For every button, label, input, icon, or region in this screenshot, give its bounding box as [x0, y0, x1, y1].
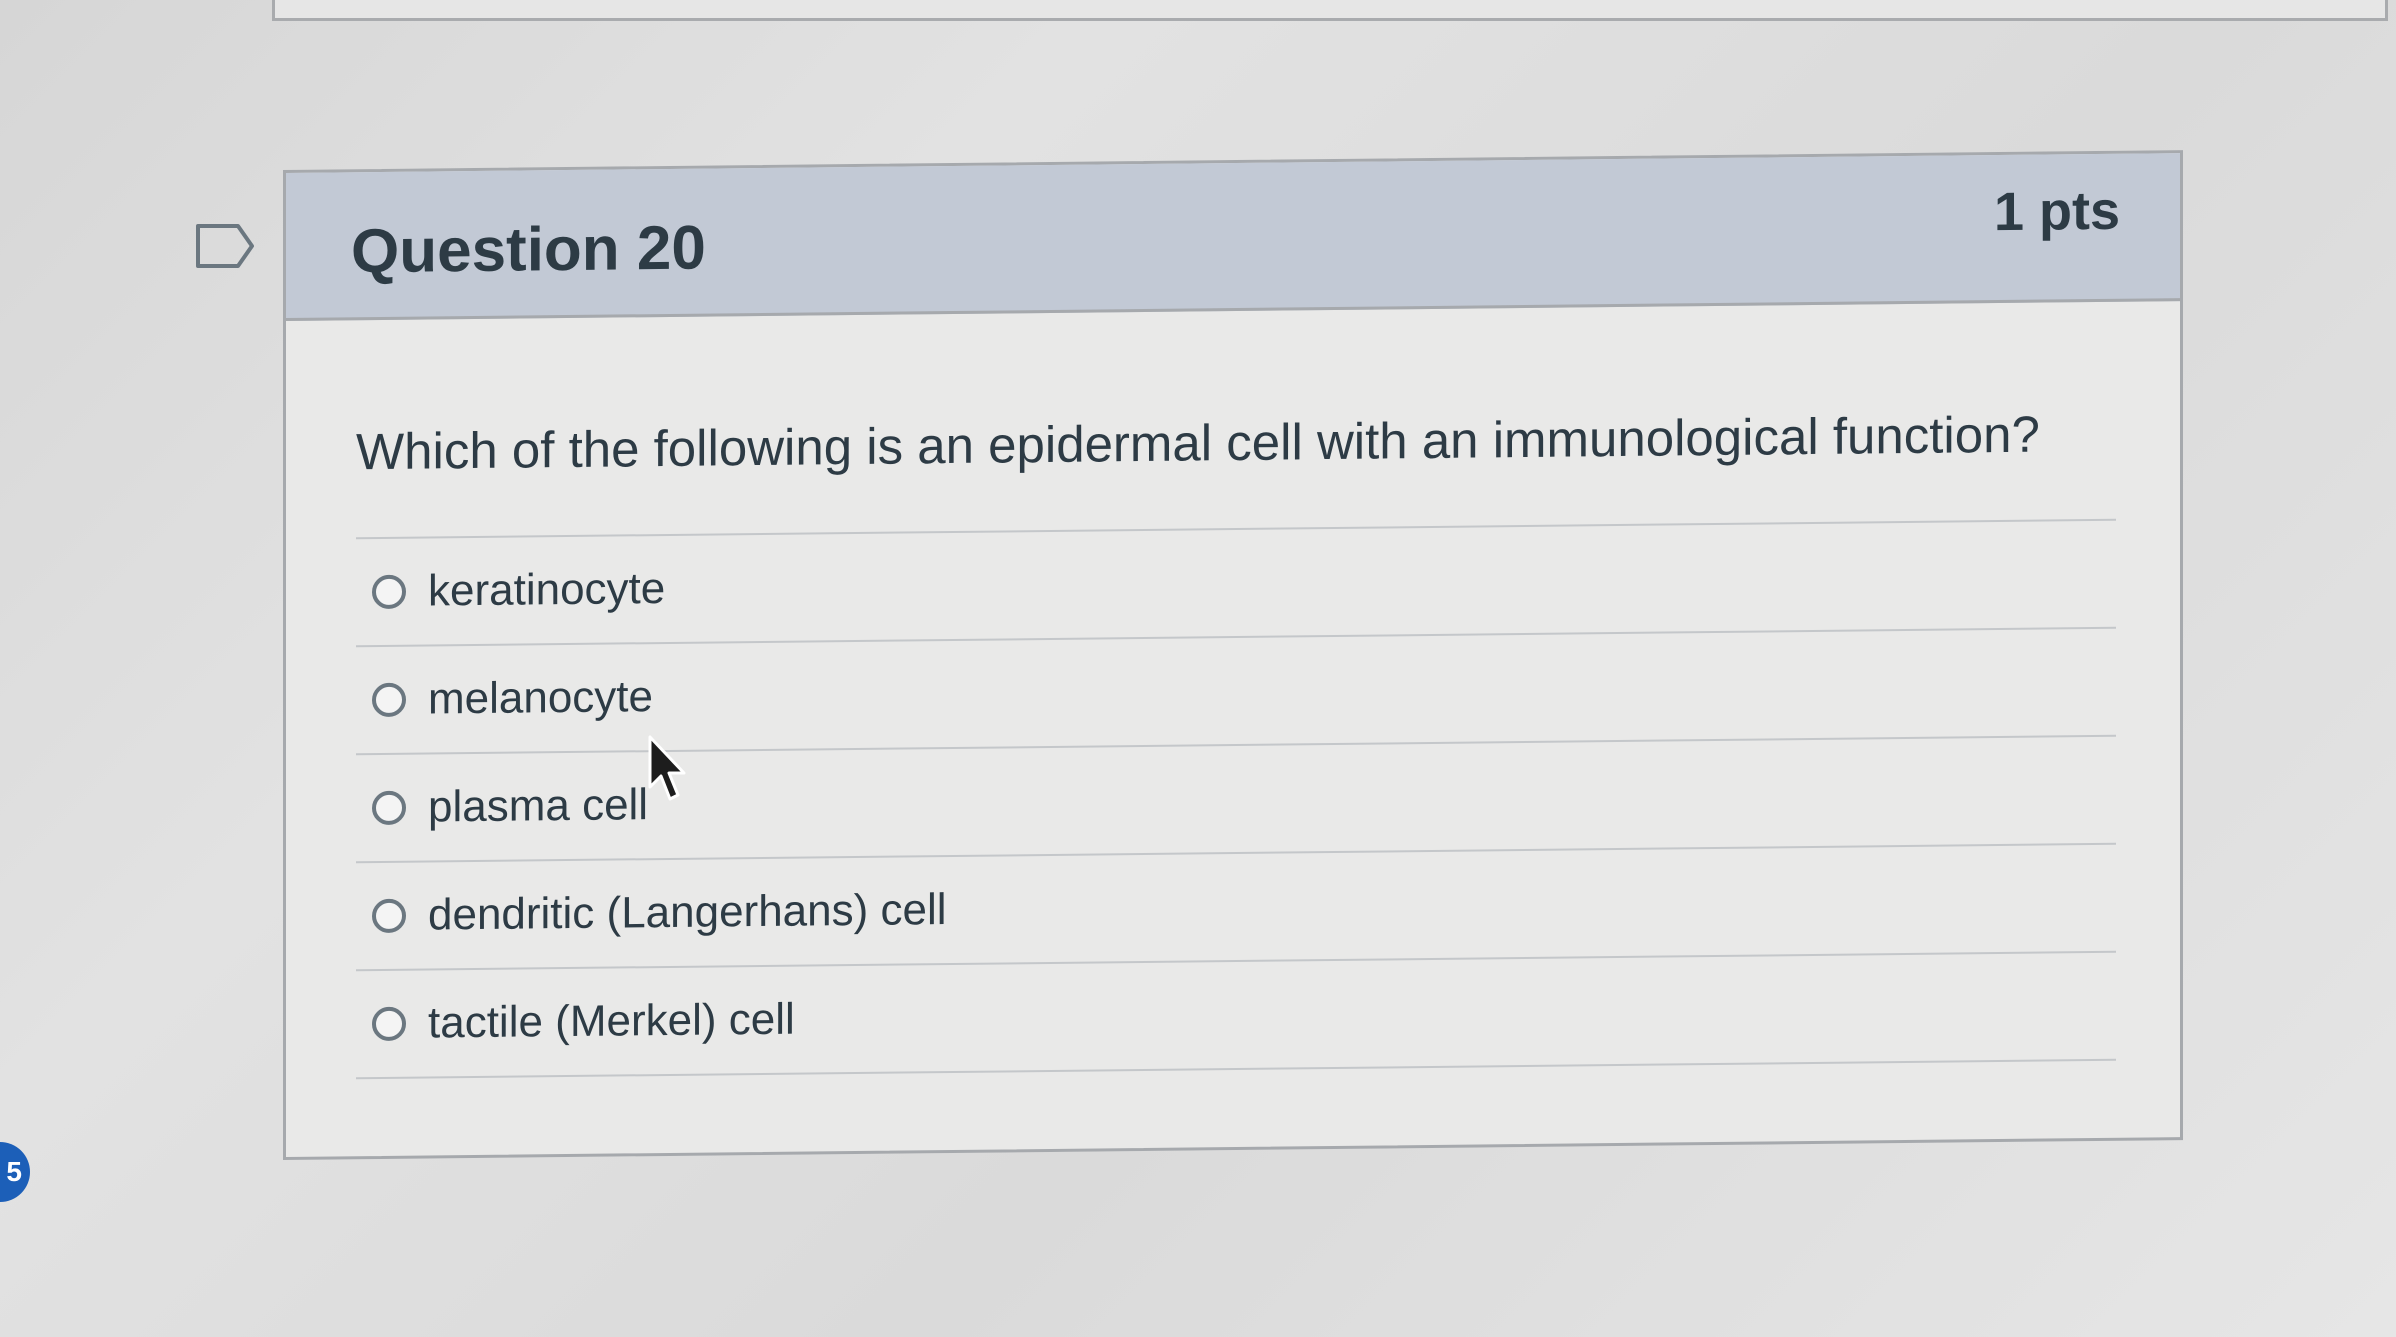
answer-label: keratinocyte [428, 563, 666, 616]
radio-button-icon[interactable] [372, 790, 406, 826]
notification-badge[interactable]: 5 [0, 1142, 30, 1202]
answer-option-keratinocyte[interactable]: keratinocyte [356, 520, 2116, 648]
answer-option-tactile-cell[interactable]: tactile (Merkel) cell [356, 952, 2116, 1080]
answer-label: melanocyte [428, 672, 654, 724]
radio-button-icon[interactable] [372, 1006, 406, 1042]
radio-button-icon[interactable] [372, 574, 406, 610]
question-text: Which of the following is an epidermal c… [356, 405, 2040, 481]
answer-label: plasma cell [428, 780, 649, 832]
answer-list: keratinocyte melanocyte plasma cell dend… [356, 518, 2116, 1080]
answer-option-dendritic-cell[interactable]: dendritic (Langerhans) cell [356, 844, 2116, 972]
question-card: Question 20 1 pts Which of the following… [283, 150, 2183, 1160]
mouse-pointer-icon [646, 735, 686, 805]
question-points: 1 pts [1993, 180, 2120, 243]
previous-question-card [272, 0, 2388, 21]
question-header: Question 20 1 pts [286, 153, 2180, 321]
answer-option-plasma-cell[interactable]: plasma cell [356, 736, 2116, 864]
radio-button-icon[interactable] [372, 682, 406, 718]
answer-label: dendritic (Langerhans) cell [428, 885, 947, 940]
flag-question-icon[interactable] [194, 222, 256, 270]
question-title: Question 20 [351, 213, 706, 287]
answer-label: tactile (Merkel) cell [428, 994, 795, 1048]
answer-option-melanocyte[interactable]: melanocyte [356, 628, 2116, 756]
radio-button-icon[interactable] [372, 898, 406, 934]
